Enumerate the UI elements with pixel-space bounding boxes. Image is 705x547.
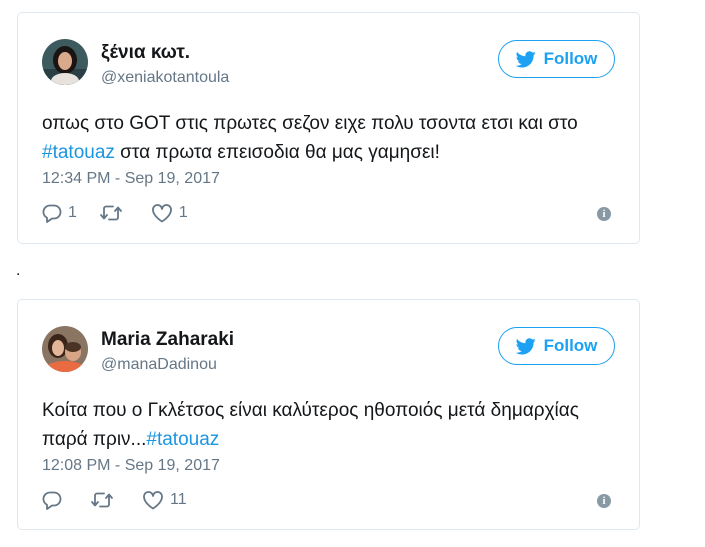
tweet-text-part: Κοίτα που ο Γκλέτσος είναι καλύτερος ηθο…	[42, 400, 579, 450]
info-icon[interactable]: i	[597, 494, 611, 508]
avatar[interactable]	[42, 39, 88, 85]
follow-label: Follow	[543, 336, 598, 355]
tweet-text: οπως στο GOT στις πρωτες σεζον ειχε πολυ…	[42, 109, 622, 167]
retweet-button[interactable]	[90, 490, 120, 510]
tweet-text-part: οπως στο GOT στις πρωτες σεζον ειχε πολυ…	[42, 113, 578, 134]
timestamp[interactable]: 12:34 PM - Sep 19, 2017	[42, 170, 220, 188]
retweet-icon	[100, 205, 122, 221]
retweet-button[interactable]	[99, 203, 129, 223]
follow-label: Follow	[543, 49, 598, 68]
reply-icon	[42, 204, 62, 223]
tweet-text: Κοίτα που ο Γκλέτσος είναι καλύτερος ηθο…	[42, 396, 622, 454]
like-button[interactable]: 1	[151, 203, 188, 223]
hashtag-link[interactable]: #tatouaz	[146, 429, 219, 450]
tweet-actions: 11	[42, 488, 209, 512]
follow-button[interactable]: Follow	[498, 327, 615, 365]
avatar[interactable]	[42, 326, 88, 372]
reply-count: 1	[68, 204, 77, 221]
display-name[interactable]: ξένια κωτ.	[101, 42, 190, 64]
like-count: 11	[170, 491, 187, 508]
like-button[interactable]: 11	[142, 490, 187, 510]
heart-icon	[143, 491, 163, 510]
tweet-card: ξένια κωτ. @xeniakotantoula Follow οπως …	[17, 12, 640, 244]
reply-icon	[42, 491, 62, 510]
twitter-bird-icon	[515, 50, 536, 67]
tweet-actions: 1 1	[42, 201, 210, 225]
timestamp[interactable]: 12:08 PM - Sep 19, 2017	[42, 457, 220, 475]
reply-button[interactable]: 1	[42, 203, 77, 223]
tweet-text-part: στα πρωτα επεισοδια θα μας γαμησει!	[114, 142, 440, 163]
twitter-bird-icon	[515, 337, 536, 354]
reply-button[interactable]	[42, 490, 68, 510]
separator-text: .	[16, 262, 21, 279]
user-handle[interactable]: @xeniakotantoula	[101, 69, 229, 87]
user-handle[interactable]: @manaDadinou	[101, 356, 217, 374]
like-count: 1	[178, 204, 188, 221]
tweet-card: Maria Zaharaki @manaDadinou Follow Κοίτα…	[17, 299, 640, 530]
display-name[interactable]: Maria Zaharaki	[101, 329, 234, 351]
hashtag-link[interactable]: #tatouaz	[42, 142, 115, 163]
retweet-icon	[91, 492, 113, 508]
heart-icon	[152, 204, 172, 223]
follow-button[interactable]: Follow	[498, 40, 615, 78]
info-icon[interactable]: i	[597, 207, 611, 221]
